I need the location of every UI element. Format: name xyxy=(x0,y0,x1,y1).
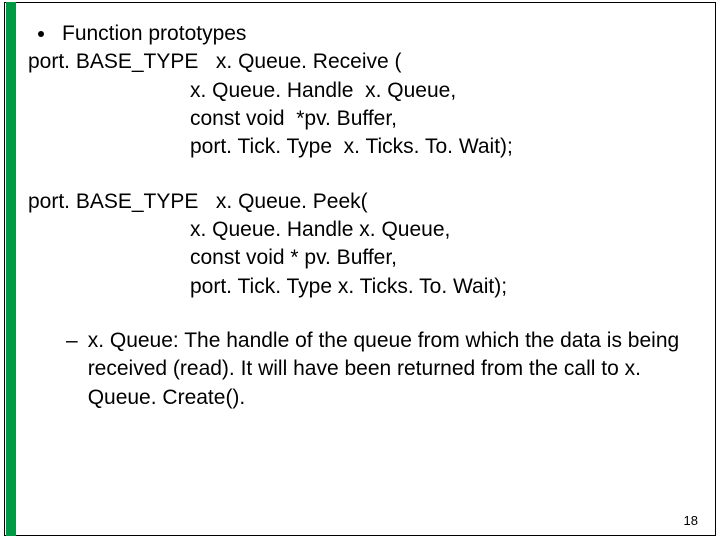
proto1-param2: const void *pv. Buffer, xyxy=(28,105,700,133)
dash-icon: – xyxy=(66,327,78,355)
page-number: 18 xyxy=(684,513,698,528)
bullet-item: Function prototypes xyxy=(28,20,700,48)
slide-content: Function prototypes port. BASE_TYPE x. Q… xyxy=(28,20,700,412)
bullet-dot-icon xyxy=(38,31,44,37)
bullet-label: Function prototypes xyxy=(62,20,246,48)
proto1-param3: port. Tick. Type x. Ticks. To. Wait); xyxy=(28,133,700,161)
proto2-param3: port. Tick. Type x. Ticks. To. Wait); xyxy=(28,273,700,301)
proto2-param1: x. Queue. Handle x. Queue, xyxy=(28,216,700,244)
proto2-signature: port. BASE_TYPE x. Queue. Peek( xyxy=(28,188,700,216)
sub-bullet-item: – x. Queue: The handle of the queue from… xyxy=(28,327,700,412)
sub-bullet-text: x. Queue: The handle of the queue from w… xyxy=(88,327,688,412)
left-accent-bar xyxy=(6,2,16,536)
proto1-param1: x. Queue. Handle x. Queue, xyxy=(28,77,700,105)
proto1-signature: port. BASE_TYPE x. Queue. Receive ( xyxy=(28,48,700,76)
proto2-param2: const void * pv. Buffer, xyxy=(28,244,700,272)
